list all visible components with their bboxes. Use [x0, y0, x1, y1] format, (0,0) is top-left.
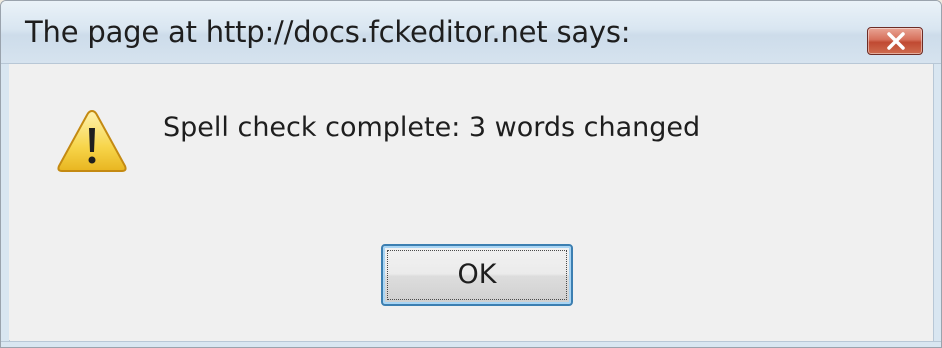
close-button[interactable] — [867, 27, 923, 55]
ok-button-label: OK — [457, 259, 497, 290]
ok-button[interactable]: OK — [381, 244, 573, 306]
title-bar[interactable]: The page at http://docs.fckeditor.net sa… — [1, 1, 941, 64]
dialog-body: Spell check complete: 3 words changed OK — [9, 64, 933, 340]
dialog-title: The page at http://docs.fckeditor.net sa… — [25, 15, 631, 49]
dialog-message: Spell check complete: 3 words changed — [163, 112, 701, 143]
alert-dialog: The page at http://docs.fckeditor.net sa… — [0, 0, 942, 348]
warning-icon — [57, 109, 127, 172]
bottom-frame — [1, 341, 941, 347]
close-icon — [887, 32, 905, 50]
right-frame — [933, 64, 941, 341]
